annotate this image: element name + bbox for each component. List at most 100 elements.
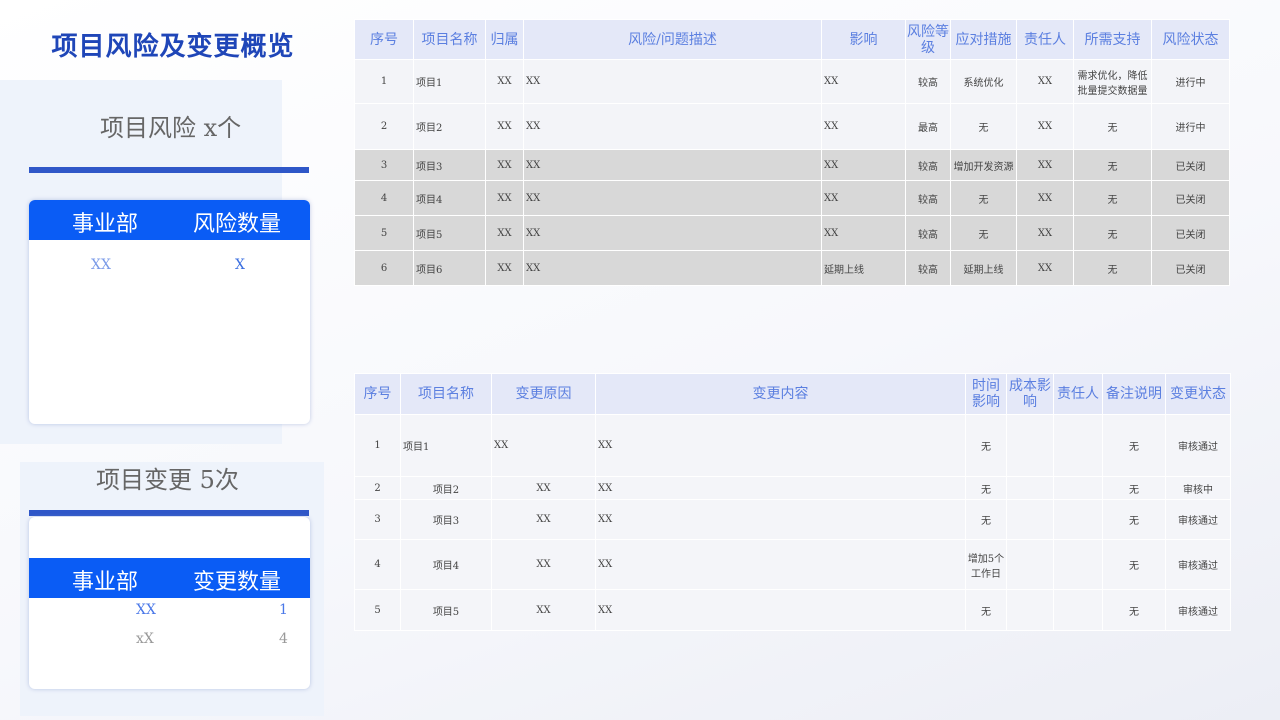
cell-owner-dept: XX [485,215,524,251]
risk-col-support: 所需支持 [1073,19,1152,60]
risk-col-status: 风险状态 [1151,19,1230,60]
cell-measures: 系统优化 [950,59,1017,104]
cell-remarks: 无 [1102,589,1166,631]
cell-support: 无 [1073,103,1152,150]
cell-impact: XX [821,215,906,251]
risk-count-label: 项目风险 x个 [100,114,242,142]
cell-impact: XX [821,149,906,181]
risk-col-index: 序号 [354,19,414,60]
cell-project: 项目6 [413,250,486,286]
risk-col-description: 风险/问题描述 [523,19,822,60]
cell-content: XX [595,539,966,590]
cell-content: XX [595,414,966,477]
cell-responsible: XX [1016,59,1074,104]
cell-measures: 延期上线 [950,250,1017,286]
risk-col-level: 风险等级 [905,19,951,60]
cell-status: 进行中 [1151,103,1230,150]
change-row-dept: XX [136,602,156,618]
table-row: 3 项目3 XX XX 无 无 审核通过 [354,499,1231,540]
cell-status: 审核通过 [1165,414,1231,477]
change-card-header-dept: 事业部 [72,570,139,595]
cell-remarks: 无 [1102,414,1166,477]
cell-owner-dept: XX [485,59,524,104]
cell-description: XX [523,250,822,286]
cell-project: 项目2 [400,476,492,500]
cell-index: 2 [354,476,401,500]
cell-responsible [1053,476,1103,500]
cell-owner-dept: XX [485,250,524,286]
cell-description: XX [523,180,822,216]
cell-project: 项目2 [413,103,486,150]
change-col-status: 变更状态 [1165,373,1231,415]
cell-description: XX [523,215,822,251]
change-table: 序号 项目名称 变更原因 变更内容 时间影响 成本影响 责任人 备注说明 变更状… [354,373,1231,631]
cell-remarks: 无 [1102,539,1166,590]
change-row-count: 1 [279,602,288,618]
risk-col-measures: 应对措施 [950,19,1017,60]
cell-index: 3 [354,149,414,181]
risk-table-header: 序号 项目名称 归属 风险/问题描述 影响 风险等级 应对措施 责任人 所需支持… [354,19,1230,60]
risk-card-header-dept: 事业部 [72,212,139,237]
change-col-time-impact: 时间影响 [965,373,1007,415]
risk-col-owner-dept: 归属 [485,19,524,60]
change-col-cost-impact: 成本影响 [1006,373,1054,415]
cell-project: 项目1 [400,414,492,477]
cell-cost-impact [1006,589,1054,631]
cell-responsible [1053,539,1103,590]
table-row: 1 项目1 XX XX 无 无 审核通过 [354,414,1231,477]
risk-card-header: 事业部 风险数量 [29,200,310,240]
cell-reason: XX [491,499,596,540]
cell-responsible: XX [1016,250,1074,286]
change-col-index: 序号 [354,373,401,415]
cell-impact: XX [821,103,906,150]
cell-status: 已关闭 [1151,215,1230,251]
change-col-content: 变更内容 [595,373,966,415]
cell-impact: XX [821,180,906,216]
cell-project: 项目3 [413,149,486,181]
cell-support: 无 [1073,250,1152,286]
change-col-remarks: 备注说明 [1102,373,1166,415]
cell-responsible: XX [1016,103,1074,150]
table-row: 5 项目5 XX XX XX 较高 无 XX 无 已关闭 [354,215,1230,251]
cell-status: 进行中 [1151,59,1230,104]
cell-index: 1 [354,414,401,477]
cell-status: 已关闭 [1151,250,1230,286]
change-table-header: 序号 项目名称 变更原因 变更内容 时间影响 成本影响 责任人 备注说明 变更状… [354,373,1231,415]
cell-index: 1 [354,59,414,104]
table-row: 1 项目1 XX XX XX 较高 系统优化 XX 需求优化，降低批量提交数据量… [354,59,1230,104]
cell-remarks: 无 [1102,476,1166,500]
cell-level: 较高 [905,180,951,216]
cell-index: 4 [354,180,414,216]
cell-responsible [1053,589,1103,631]
cell-content: XX [595,476,966,500]
change-card-header: 事业部 变更数量 [29,558,310,598]
cell-index: 4 [354,539,401,590]
cell-content: XX [595,589,966,631]
cell-project: 项目4 [400,539,492,590]
cell-support: 无 [1073,149,1152,181]
cell-measures: 无 [950,180,1017,216]
change-col-responsible: 责任人 [1053,373,1103,415]
cell-time-impact: 无 [965,589,1007,631]
cell-reason: XX [491,476,596,500]
cell-index: 2 [354,103,414,150]
table-row: 4 项目4 XX XX 增加5个工作日 无 审核通过 [354,539,1231,590]
cell-owner-dept: XX [485,103,524,150]
risk-row-dept: XX [91,257,111,273]
cell-responsible: XX [1016,180,1074,216]
cell-description: XX [523,149,822,181]
cell-status: 审核通过 [1165,539,1231,590]
table-row: 2 项目2 XX XX XX 最高 无 XX 无 进行中 [354,103,1230,150]
change-card-row: xX 4 [29,631,310,651]
change-row-dept: xX [136,631,154,647]
risk-divider [29,167,309,173]
cell-status: 审核通过 [1165,499,1231,540]
risk-dept-card: 事业部 风险数量 XX X [29,200,310,424]
cell-impact: XX [821,59,906,104]
cell-cost-impact [1006,539,1054,590]
page-title: 项目风险及变更概览 [51,32,295,62]
cell-project: 项目5 [400,589,492,631]
risk-card-row: XX X [29,257,310,277]
cell-measures: 无 [950,103,1017,150]
cell-description: XX [523,103,822,150]
